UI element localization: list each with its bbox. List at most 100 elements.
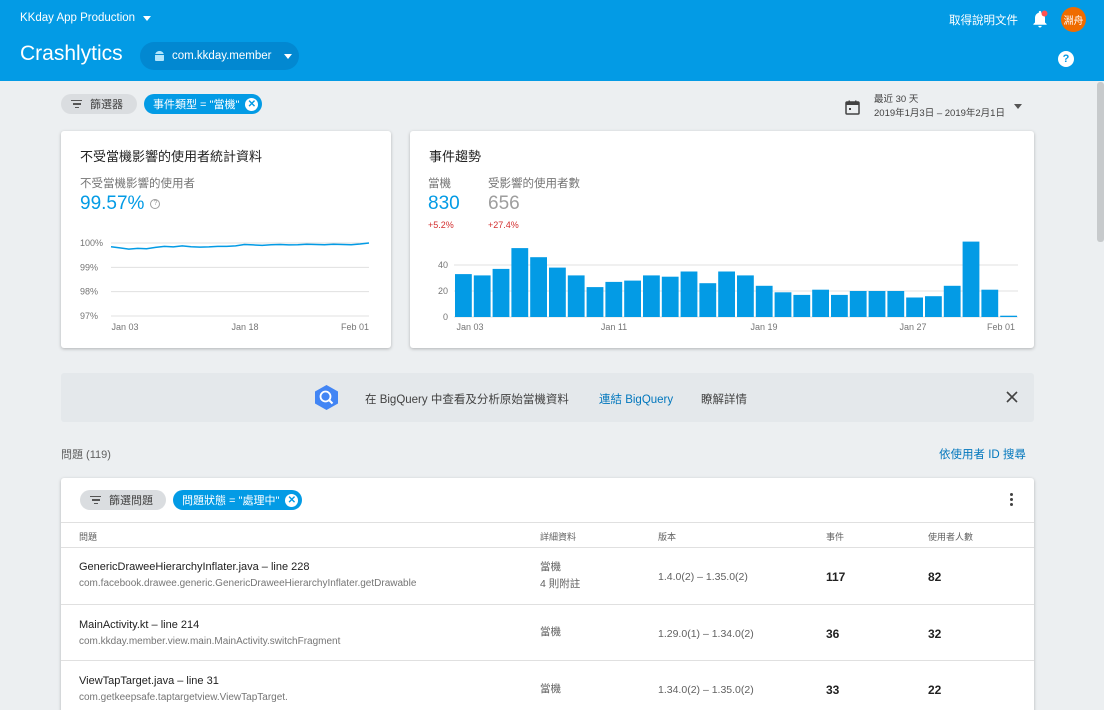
event-bar[interactable] [455,274,472,317]
project-selector[interactable]: KKday App Production [20,12,152,24]
crash-free-card-title: 不受當機影響的使用者統計資料 [80,149,263,164]
x-tick-label: Jan 11 [601,322,627,332]
event-bar[interactable] [718,271,735,318]
issue-file: MainActivity.kt [79,619,149,631]
search-by-user-id-link[interactable]: 依使用者 ID 搜尋 [939,446,1026,462]
x-tick-label: Jan 03 [456,322,483,332]
event-bar[interactable] [567,275,585,317]
event-bar[interactable] [887,291,905,317]
event-bar[interactable] [868,291,886,317]
issue-file: ViewTapTarget.java [79,675,175,687]
event-bar[interactable] [492,268,510,317]
event-bar[interactable] [661,276,679,317]
event-bar[interactable] [812,289,829,317]
date-range-selector[interactable]: 最近 30 天 2019年1月3日 – 2019年2月1日 [845,93,1005,121]
date-range-dates: 2019年1月3日 – 2019年2月1日 [874,108,1005,119]
issue-title[interactable]: GenericDraweeHierarchyInflater.java – li… [79,561,310,573]
filter-issues-label: 篩選問題 [109,495,153,507]
event-bar[interactable] [605,281,623,317]
crash-free-stat-number: 99.57% [80,193,145,214]
link-bigquery-button[interactable]: 連結 BigQuery [599,391,673,407]
affected-users-value: 656 [488,193,520,214]
event-bar[interactable] [925,296,942,317]
close-icon[interactable] [1005,390,1019,404]
issue-type: 當機 [540,683,561,695]
event-bar[interactable] [981,289,999,317]
x-tick-label: Feb 01 [341,322,369,332]
event-bar[interactable] [511,248,529,317]
remove-filter-icon[interactable]: ✕ [245,97,259,111]
chevron-down-icon [284,53,293,59]
event-trends-bar-chart: 40 20 0 Jan 03 Jan 11 Jan 19 Jan 27 Feb 01 [438,241,1018,332]
crashes-delta: +5.2% [428,220,454,230]
notifications-bell-icon[interactable] [1032,10,1048,28]
event-bar[interactable] [755,285,773,317]
help-icon[interactable]: ? [1058,51,1074,67]
issue-users: 32 [928,627,942,641]
event-bar[interactable] [473,275,491,317]
issue-users: 22 [928,683,942,697]
affected-users-delta: +27.4% [488,220,519,230]
event-bar[interactable] [586,287,604,317]
row-divider [61,604,1034,605]
issue-version: 1.34.0(2) – 1.35.0(2) [658,684,754,696]
issue-events: 117 [826,570,846,584]
event-bar[interactable] [737,275,754,317]
issue-status-filter-label: 問題狀態 = "處理中" [182,495,280,507]
learn-more-link[interactable]: 瞭解詳情 [701,391,747,407]
column-header-events[interactable]: 事件 [826,530,844,543]
remove-filter-icon[interactable]: ✕ [285,493,299,507]
event-bar[interactable] [643,275,660,317]
filter-issues-button[interactable]: 篩選問題 [80,490,166,510]
bigquery-message: 在 BigQuery 中查看及分析原始當機資料 [365,394,569,406]
y-tick-label: 97% [80,311,98,321]
event-bar[interactable] [793,294,811,317]
docs-link[interactable]: 取得說明文件 [949,12,1018,28]
event-bar[interactable] [943,285,961,317]
event-bar[interactable] [906,297,923,318]
calendar-icon [845,100,860,115]
column-header-issue[interactable]: 問題 [79,530,97,543]
x-tick-label: Jan 19 [750,322,777,332]
filter-list-icon [90,495,101,505]
column-header-version: 版本 [658,532,677,542]
event-bar[interactable] [699,283,717,317]
avatar[interactable]: 淵舟 [1061,7,1086,32]
issue-line: – line 31 [174,675,219,687]
y-tick-label: 99% [80,262,98,272]
column-header-users[interactable]: 使用者人數 [928,530,973,543]
help-icon[interactable]: ? [150,198,161,209]
crashes-value: 830 [428,193,460,214]
event-bar[interactable] [849,291,867,317]
page-title: Crashlytics [20,42,123,65]
issues-count: 問題 (119) [61,449,111,461]
event-bar[interactable] [530,257,547,317]
issue-title[interactable]: MainActivity.kt – line 214 [79,619,199,631]
filter-list-icon [71,99,82,109]
event-bar[interactable] [831,294,848,317]
issue-status-filter-chip[interactable]: 問題狀態 = "處理中" ✕ [173,490,303,510]
y-tick-label: 20 [438,286,448,296]
event-bar[interactable] [1000,315,1017,317]
event-type-filter-chip[interactable]: 事件類型 = "當機" ✕ [144,94,263,114]
event-bar[interactable] [774,292,792,317]
filter-button[interactable]: 篩選器 [61,94,137,114]
app-selector[interactable]: com.kkday.member [140,42,299,70]
event-bar[interactable] [549,267,566,317]
issue-file: GenericDraweeHierarchyInflater.java [79,561,259,573]
issue-method: com.facebook.drawee.generic.GenericDrawe… [79,578,417,589]
more-options-icon[interactable] [1010,493,1014,506]
issue-events: 36 [826,627,840,641]
page-scrollbar[interactable] [1097,82,1104,242]
event-bar[interactable] [624,280,641,317]
android-icon [155,51,164,61]
chevron-down-icon[interactable] [1014,104,1022,109]
issue-title[interactable]: ViewTapTarget.java – line 31 [79,675,219,687]
crash-free-stat-value: 99.57%? [80,193,161,215]
row-divider [61,660,1034,661]
event-bar[interactable] [680,271,698,318]
event-bar[interactable] [962,241,980,317]
filter-button-label: 篩選器 [90,99,123,111]
project-name: KKday App Production [20,12,136,24]
y-tick-label: 100% [80,238,103,248]
